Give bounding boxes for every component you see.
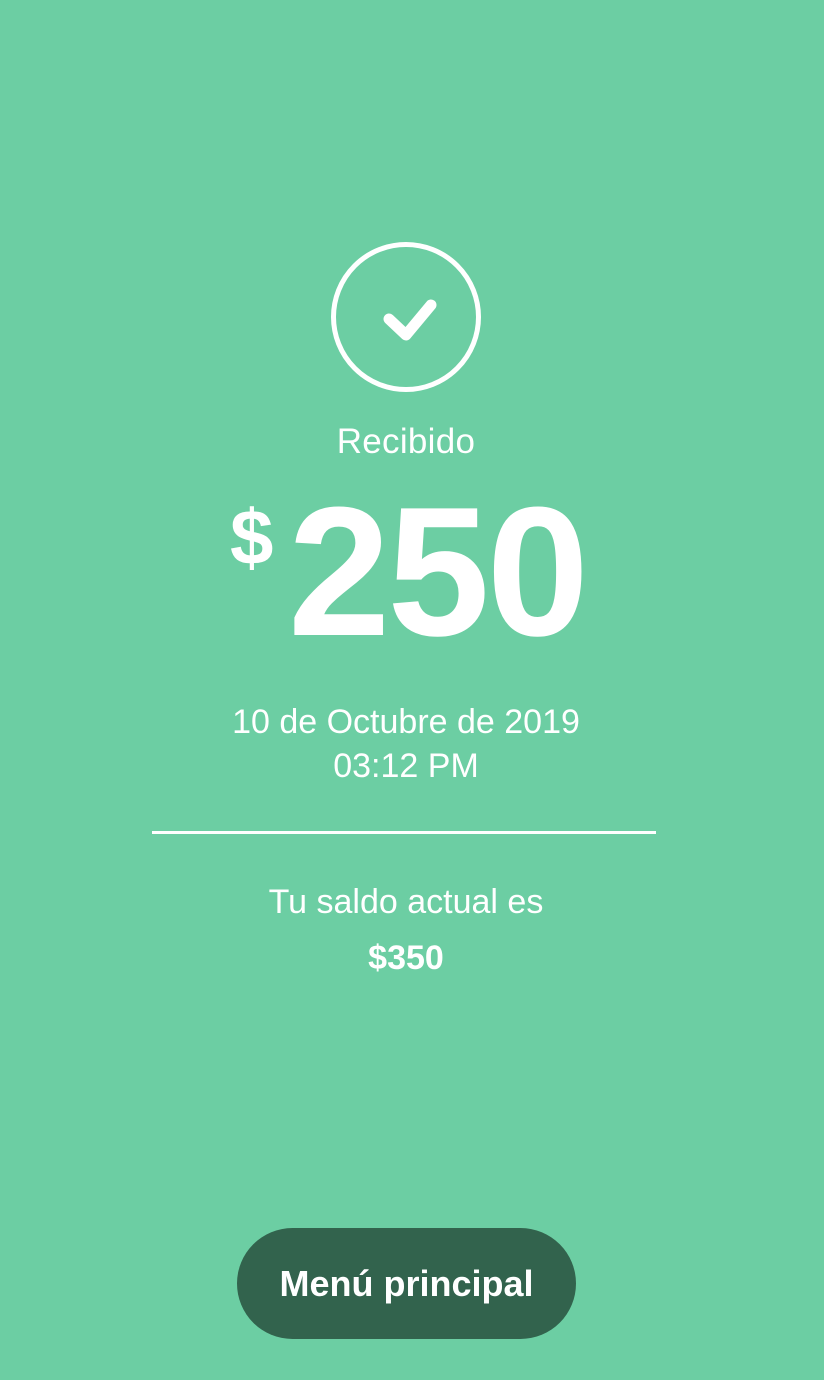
transaction-date: 10 de Octubre de 2019 [232, 703, 580, 741]
currency-symbol: $ [230, 493, 274, 581]
section-divider [152, 831, 656, 834]
amount-value: 250 [288, 468, 589, 674]
payment-status-label: Recibido [336, 422, 476, 461]
payment-confirmation-screen: Recibido $ 250 10 de Octubre de 2019 03:… [0, 0, 824, 1380]
transaction-time: 03:12 PM [333, 747, 479, 785]
checkmark-icon [383, 299, 437, 341]
received-amount: $ 250 [0, 468, 824, 674]
check-circle-icon [331, 242, 481, 392]
current-balance-label: Tu saldo actual es [268, 883, 544, 921]
main-menu-button[interactable]: Menú principal [237, 1228, 576, 1339]
current-balance-value: $350 [368, 939, 444, 977]
